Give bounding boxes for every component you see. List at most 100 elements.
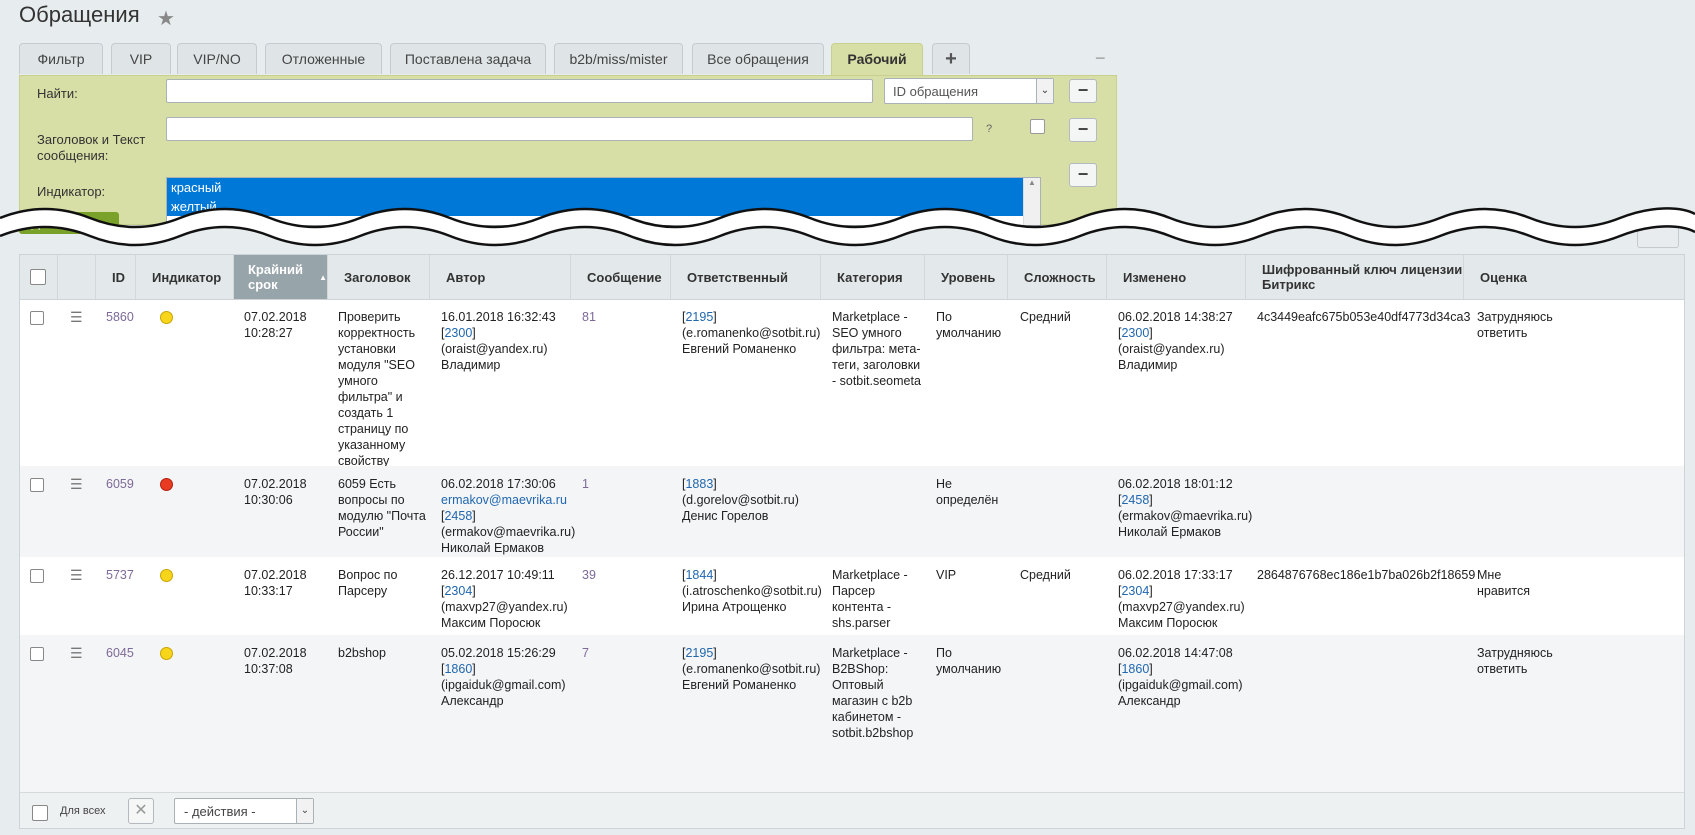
tab-1[interactable]: Фильтр xyxy=(19,43,103,74)
deadline-cell-line: 07.02.2018 xyxy=(244,646,307,660)
close-icon[interactable]: ✕ xyxy=(128,798,154,824)
col-deadline[interactable]: Крайний срок ▲ xyxy=(234,255,328,299)
find-type-select[interactable]: ID обращения ⌄ xyxy=(884,78,1054,104)
tab-5[interactable]: Поставлена задача xyxy=(390,43,546,74)
menu-icon[interactable]: ☰ xyxy=(70,309,83,326)
changed-cell-date: 06.02.2018 17:33:17 xyxy=(1118,568,1233,582)
col-indicator[interactable]: Индикатор xyxy=(136,255,234,299)
author-cell-id-link[interactable]: 1860 xyxy=(444,662,472,676)
remove-find-button[interactable]: − xyxy=(1069,79,1097,103)
select-all-checkbox[interactable] xyxy=(32,805,48,821)
deadline-cell-line: 10:33:17 xyxy=(244,584,293,598)
indicator-dot xyxy=(160,569,173,582)
col-license-key[interactable]: Шифрованный ключ лицензии Битрикс xyxy=(1246,255,1464,299)
filter-tabs: Фильтр VIP VIP/NO Отложенные Поставлена зада… xyxy=(19,43,1119,76)
col-messages[interactable]: Сообщение xyxy=(571,255,671,299)
author-cell-email-link[interactable]: ermakov@maevrika.ru xyxy=(441,492,575,508)
row-checkbox[interactable] xyxy=(30,647,44,661)
col-id[interactable]: ID xyxy=(96,255,136,299)
find-input[interactable] xyxy=(166,79,873,103)
help-icon[interactable]: ? xyxy=(986,123,992,135)
category-cell-line: Marketplace - xyxy=(832,310,908,324)
col-title[interactable]: Заголовок xyxy=(328,255,430,299)
tickets-grid: ID Индикатор Крайний срок ▲ Заголовок Автор Со… xyxy=(19,254,1685,829)
tab-3[interactable]: VIP/NO xyxy=(177,43,257,74)
ticket-id-link[interactable]: 5737 xyxy=(106,567,134,583)
actions-select[interactable]: - действия - ⌄ xyxy=(174,798,314,824)
collapse-icon[interactable]: − xyxy=(1095,48,1106,69)
col-messages-label: Сообщение xyxy=(587,269,662,285)
messages-link[interactable]: 7 xyxy=(582,645,589,661)
tab-8[interactable]: Рабочий xyxy=(831,43,923,76)
row-checkbox[interactable] xyxy=(30,311,44,325)
indicator-option[interactable]: красный xyxy=(167,178,1040,197)
menu-icon[interactable]: ☰ xyxy=(70,567,83,584)
tab-6[interactable]: b2b/miss/mister xyxy=(554,43,683,74)
rating-cell: Мне нравится xyxy=(1477,567,1530,599)
responsible-cell-name: Евгений Романенко xyxy=(682,678,797,692)
complexity-cell: Средний xyxy=(1020,310,1071,324)
col-changed[interactable]: Изменено xyxy=(1107,255,1246,299)
responsible-cell-id-link[interactable]: 2195 xyxy=(685,646,713,660)
author-cell-name: Владимир xyxy=(441,358,501,372)
menu-icon[interactable]: ☰ xyxy=(70,645,83,662)
responsible-cell-id-link[interactable]: 2195 xyxy=(685,310,713,324)
add-tab-button[interactable]: + xyxy=(932,43,970,74)
changed-cell-id-link[interactable]: 2458 xyxy=(1121,493,1149,507)
col-author[interactable]: Автор xyxy=(430,255,571,299)
category-cell-line: shs.parser xyxy=(832,616,891,630)
responsible-cell: [1883] (d.gorelov@sotbit.ru) Денис Горелов xyxy=(682,476,799,524)
ticket-id-link[interactable]: 5860 xyxy=(106,309,134,325)
star-icon[interactable]: ★ xyxy=(157,6,175,31)
author-cell-name: Александр xyxy=(441,694,504,708)
author-cell-id-link[interactable]: 2304 xyxy=(444,584,472,598)
ticket-id-link[interactable]: 6059 xyxy=(106,476,134,492)
col-rating[interactable]: Оценка xyxy=(1464,255,1684,299)
category-cell: Marketplace - B2BShop: Оптовый магазин с b2… xyxy=(832,645,913,741)
author-cell-name: Максим Поросюк xyxy=(441,616,541,630)
responsible-cell-name: Денис Горелов xyxy=(682,509,769,523)
messages-link[interactable]: 81 xyxy=(582,309,596,325)
changed-cell-date: 06.02.2018 18:01:12 xyxy=(1118,477,1233,491)
ticket-id-link[interactable]: 6045 xyxy=(106,645,134,661)
title-cell-line: модуля "SEO xyxy=(338,358,415,372)
title-cell-line: b2bshop xyxy=(338,646,386,660)
category-cell-line: контента - xyxy=(832,600,892,614)
col-id-label: ID xyxy=(112,269,125,285)
text-input[interactable] xyxy=(166,117,973,141)
messages-link[interactable]: 39 xyxy=(582,567,596,583)
exact-match-checkbox[interactable] xyxy=(1030,119,1045,134)
responsible-cell-id-link[interactable]: 1844 xyxy=(685,568,713,582)
tab-2[interactable]: VIP xyxy=(111,43,171,74)
changed-cell-id-link[interactable]: 2300 xyxy=(1121,326,1149,340)
level-cell-line: По xyxy=(936,310,952,324)
menu-icon[interactable]: ☰ xyxy=(70,476,83,493)
author-cell-email: (oraist@yandex.ru) xyxy=(441,342,548,356)
author-cell-id-link[interactable]: 2458 xyxy=(444,509,472,523)
remove-text-button[interactable]: − xyxy=(1069,118,1097,142)
title-cell-line: России" xyxy=(338,525,384,539)
changed-cell-id-line: [2304] xyxy=(1118,584,1153,598)
responsible-cell-id-link[interactable]: 1883 xyxy=(685,477,713,491)
row-checkbox[interactable] xyxy=(30,569,44,583)
remove-indicator-button[interactable]: − xyxy=(1069,163,1097,187)
row-checkbox[interactable] xyxy=(30,478,44,492)
table-row: ☰ 5737 07.02.2018 10:33:17 Вопрос по Парсеру 2… xyxy=(20,557,1684,635)
tab-7[interactable]: Все обращения xyxy=(692,43,824,74)
category-cell: Marketplace - SEO умного фильтра: мета-тег… xyxy=(832,309,921,389)
header-checkbox[interactable] xyxy=(30,269,46,285)
col-category[interactable]: Категория xyxy=(821,255,925,299)
col-category-label: Категория xyxy=(837,269,903,285)
changed-cell-id-link[interactable]: 2304 xyxy=(1121,584,1149,598)
col-level[interactable]: Уровень xyxy=(925,255,1008,299)
col-responsible[interactable]: Ответственный xyxy=(671,255,821,299)
changed-cell-name: Владимир xyxy=(1118,358,1178,372)
rating-cell-line: Затрудняюсь xyxy=(1477,646,1553,660)
author-cell-id-link[interactable]: 2300 xyxy=(444,326,472,340)
changed-cell-id-link[interactable]: 1860 xyxy=(1121,662,1149,676)
category-cell-line: B2BShop: xyxy=(832,662,889,676)
messages-link[interactable]: 1 xyxy=(582,476,589,492)
tab-4[interactable]: Отложенные xyxy=(265,43,382,74)
level-cell-line: VIP xyxy=(936,568,957,582)
col-complexity[interactable]: Сложность xyxy=(1008,255,1107,299)
